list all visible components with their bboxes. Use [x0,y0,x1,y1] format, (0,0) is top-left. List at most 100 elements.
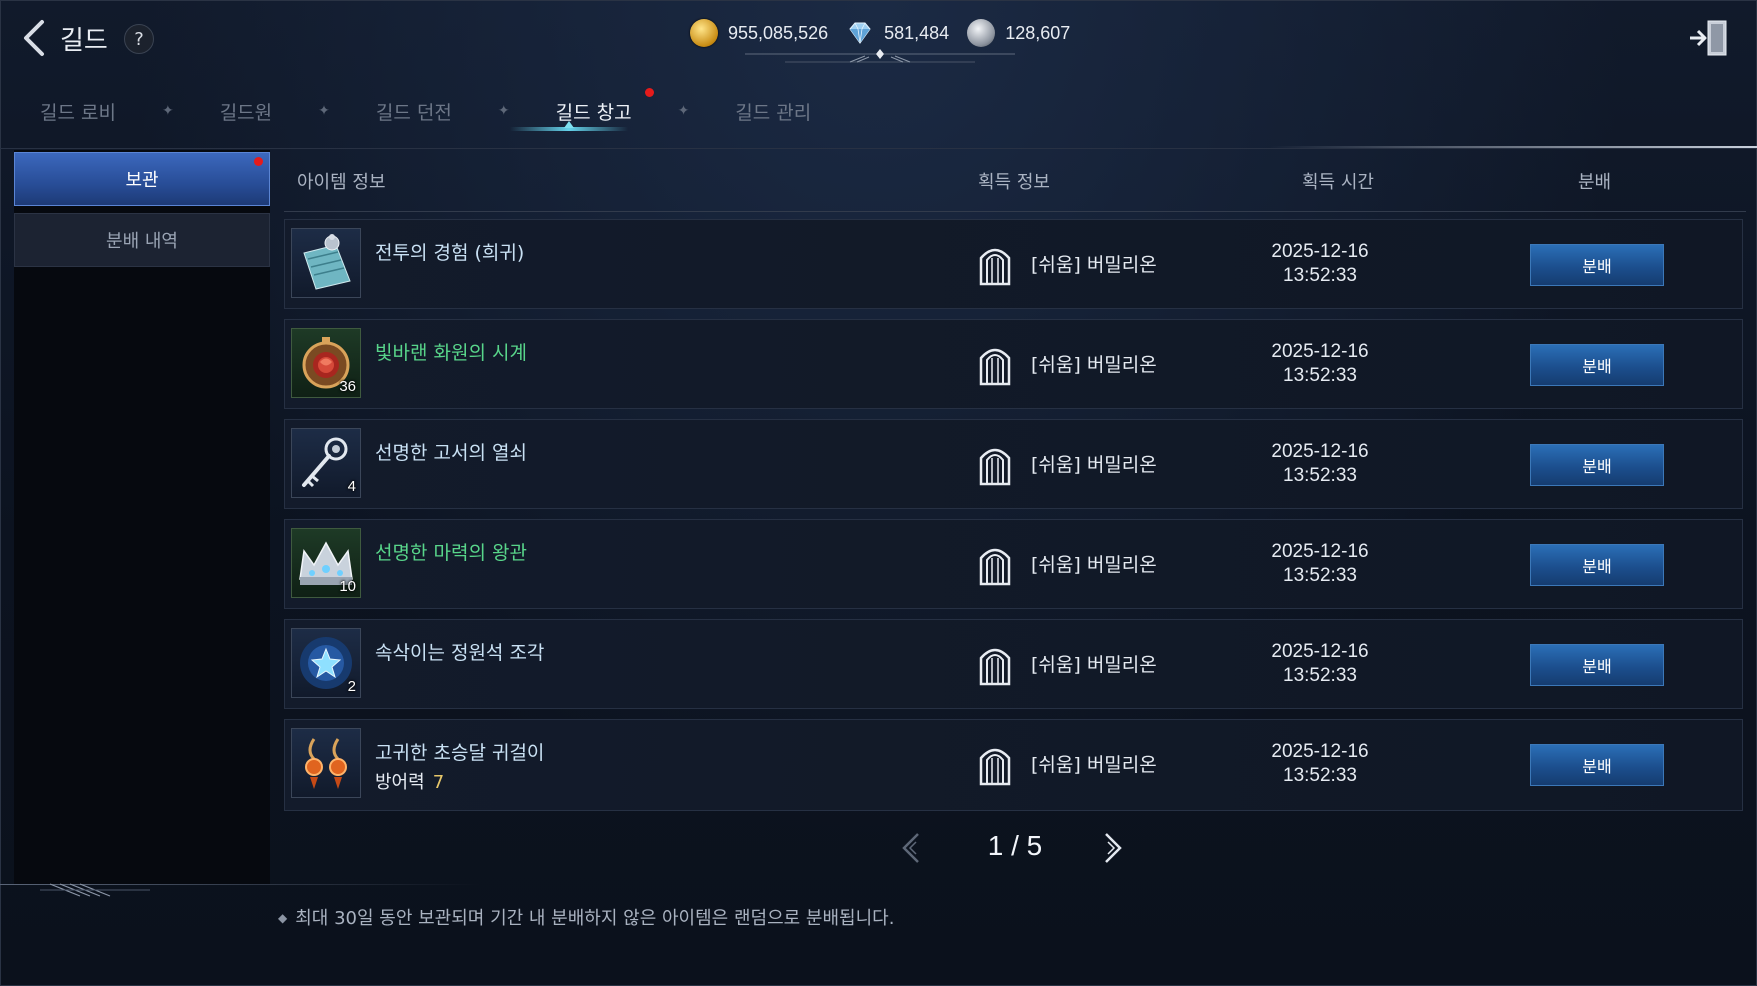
acquire-clock: 13:52:33 [1283,465,1357,486]
acquire-source: [쉬움] 버밀리온 [1031,454,1157,476]
exit-icon[interactable] [1688,18,1730,58]
item-quantity: 10 [339,578,356,595]
page-indicator: 1 / 5 [987,830,1043,861]
table-row: 2 속삭이는 정원석 조각 [쉬움] 버밀리온 2025-12-16 13:52… [284,619,1743,709]
item-slot[interactable] [291,228,361,298]
tab-guild-lobby[interactable]: 길드 로비 [30,98,126,125]
silver-coin-icon [967,19,996,47]
active-tab-marker [564,121,574,128]
bullet-icon: ◆ [278,911,288,925]
dungeon-gate-icon [979,748,1011,786]
distribute-button[interactable]: 분배 [1530,744,1664,786]
table-row: 10 선명한 마력의 왕관 [쉬움] 버밀리온 2025-12-16 13:52… [284,519,1743,609]
sidebar-item-label: 분배 내역 [106,231,178,252]
sidebar-item-storage[interactable]: 보관 [14,152,270,206]
header-divider-glow [1270,146,1757,148]
prev-page-icon[interactable] [898,828,928,868]
sidebar-item-distribution-history[interactable]: 분배 내역 [14,213,270,267]
dungeon-gate-icon [979,648,1011,686]
scroll-icon [303,234,351,290]
acquire-source: [쉬움] 버밀리온 [1031,554,1157,576]
acquire-source: [쉬움] 버밀리온 [1031,254,1157,276]
item-name: 선명한 고서의 열쇠 [375,442,527,464]
distribute-button[interactable]: 분배 [1530,244,1664,286]
dungeon-gate-icon [979,548,1011,586]
silver-currency: 128,607 [967,19,1070,47]
table-row: 고귀한 초승달 귀걸이 방어력 7 [쉬움] 버밀리온 2025-12-16 13… [284,719,1743,811]
distribute-button[interactable]: 분배 [1530,644,1664,686]
item-name: 전투의 경험 (희귀) [375,242,525,264]
header-row-divider [284,211,1746,212]
acquire-source: [쉬움] 버밀리온 [1031,654,1157,676]
tab-guild-storage[interactable]: 길드 창고 [546,87,654,125]
column-header-distribute: 분배 [1578,172,1612,193]
item-name: 선명한 마력의 왕관 [375,542,527,564]
gold-currency: 955,085,526 [690,19,828,47]
item-name: 빛바랜 화원의 시계 [375,342,527,364]
back-button[interactable]: 길드 [18,18,118,58]
column-header-item-info: 아이템 정보 [297,172,386,193]
notification-dot [644,87,654,97]
acquire-date: 2025-12-16 [1271,541,1369,562]
tab-guild-dungeon[interactable]: 길드 던전 [366,98,462,125]
distribute-button[interactable]: 분배 [1530,344,1664,386]
item-name: 속삭이는 정원석 조각 [375,642,545,664]
item-quantity: 4 [347,478,356,495]
item-slot[interactable]: 2 [291,628,361,698]
table-row: 36 빛바랜 화원의 시계 [쉬움] 버밀리온 2025-12-16 13:52… [284,319,1743,409]
tab-guild-members[interactable]: 길드원 [210,98,282,125]
acquire-clock: 13:52:33 [1283,665,1357,686]
acquire-time: 2025-12-16 13:52:33 [1215,440,1425,488]
acquire-date: 2025-12-16 [1271,641,1369,662]
header-ornament [745,49,1015,63]
tab-separator-icon: ✦ [497,103,510,119]
next-page-icon[interactable] [1096,828,1126,868]
currency-bar: 955,085,526 581,484 128,607 [690,18,1088,48]
item-quantity: 36 [339,378,356,395]
help-icon[interactable]: ? [124,24,154,54]
tab-separator-icon: ✦ [318,103,330,119]
tab-guild-management[interactable]: 길드 관리 [725,98,821,125]
column-header-acquire-info: 획득 정보 [978,172,1050,193]
acquire-source: [쉬움] 버밀리온 [1031,754,1157,776]
acquire-clock: 13:52:33 [1283,565,1357,586]
earrings-icon [305,738,347,789]
distribute-button[interactable]: 분배 [1530,544,1664,586]
diamond-currency: 581,484 [846,19,949,47]
item-slot[interactable] [291,728,361,798]
dungeon-gate-icon [979,248,1011,286]
item-slot[interactable]: 4 [291,428,361,498]
tab-separator-icon: ✦ [677,103,690,119]
gold-amount: 955,085,526 [728,22,829,43]
table-row: 4 선명한 고서의 열쇠 [쉬움] 버밀리온 2025-12-16 13:52:… [284,419,1743,509]
acquire-time: 2025-12-16 13:52:33 [1215,340,1425,388]
sidebar-item-label: 보관 [125,170,159,191]
page-title: 길드 [60,25,108,56]
diamond-icon [849,22,871,44]
item-quantity: 2 [347,678,356,695]
storage-notice: ◆ 최대 30일 동안 보관되며 기간 내 분배하지 않은 아이템은 랜덤으로 분… [278,904,894,930]
item-slot[interactable]: 36 [291,328,361,398]
item-stat: 방어력 7 [375,768,444,794]
acquire-source: [쉬움] 버밀리온 [1031,354,1157,376]
dungeon-gate-icon [979,448,1011,486]
acquire-time: 2025-12-16 13:52:33 [1215,640,1425,688]
gold-coin-icon [690,19,718,47]
item-name: 고귀한 초승달 귀걸이 [375,742,545,764]
acquire-date: 2025-12-16 [1271,341,1369,362]
storage-notice-text: 최대 30일 동안 보관되며 기간 내 분배하지 않은 아이템은 랜덤으로 분배… [295,908,895,929]
table-row: 전투의 경험 (희귀) [쉬움] 버밀리온 2025-12-16 13:52:3… [284,219,1743,309]
distribute-button[interactable]: 분배 [1530,444,1664,486]
item-stat-value: 7 [432,772,445,793]
tab-separator-icon: ✦ [161,103,174,119]
item-slot[interactable]: 10 [291,528,361,598]
guild-tabs: 길드 로비 ✦ 길드원 ✦ 길드 던전 ✦ 길드 창고 ✦ 길드 관리 [30,87,821,134]
acquire-date: 2025-12-16 [1271,741,1369,762]
notification-dot [254,157,263,166]
column-header-acquire-time: 획득 시간 [1302,172,1374,193]
item-stat-label: 방어력 [375,772,425,793]
chevron-left-icon [24,20,44,56]
acquire-clock: 13:52:33 [1283,365,1357,386]
acquire-clock: 13:52:33 [1283,265,1357,286]
acquire-time: 2025-12-16 13:52:33 [1215,740,1425,788]
